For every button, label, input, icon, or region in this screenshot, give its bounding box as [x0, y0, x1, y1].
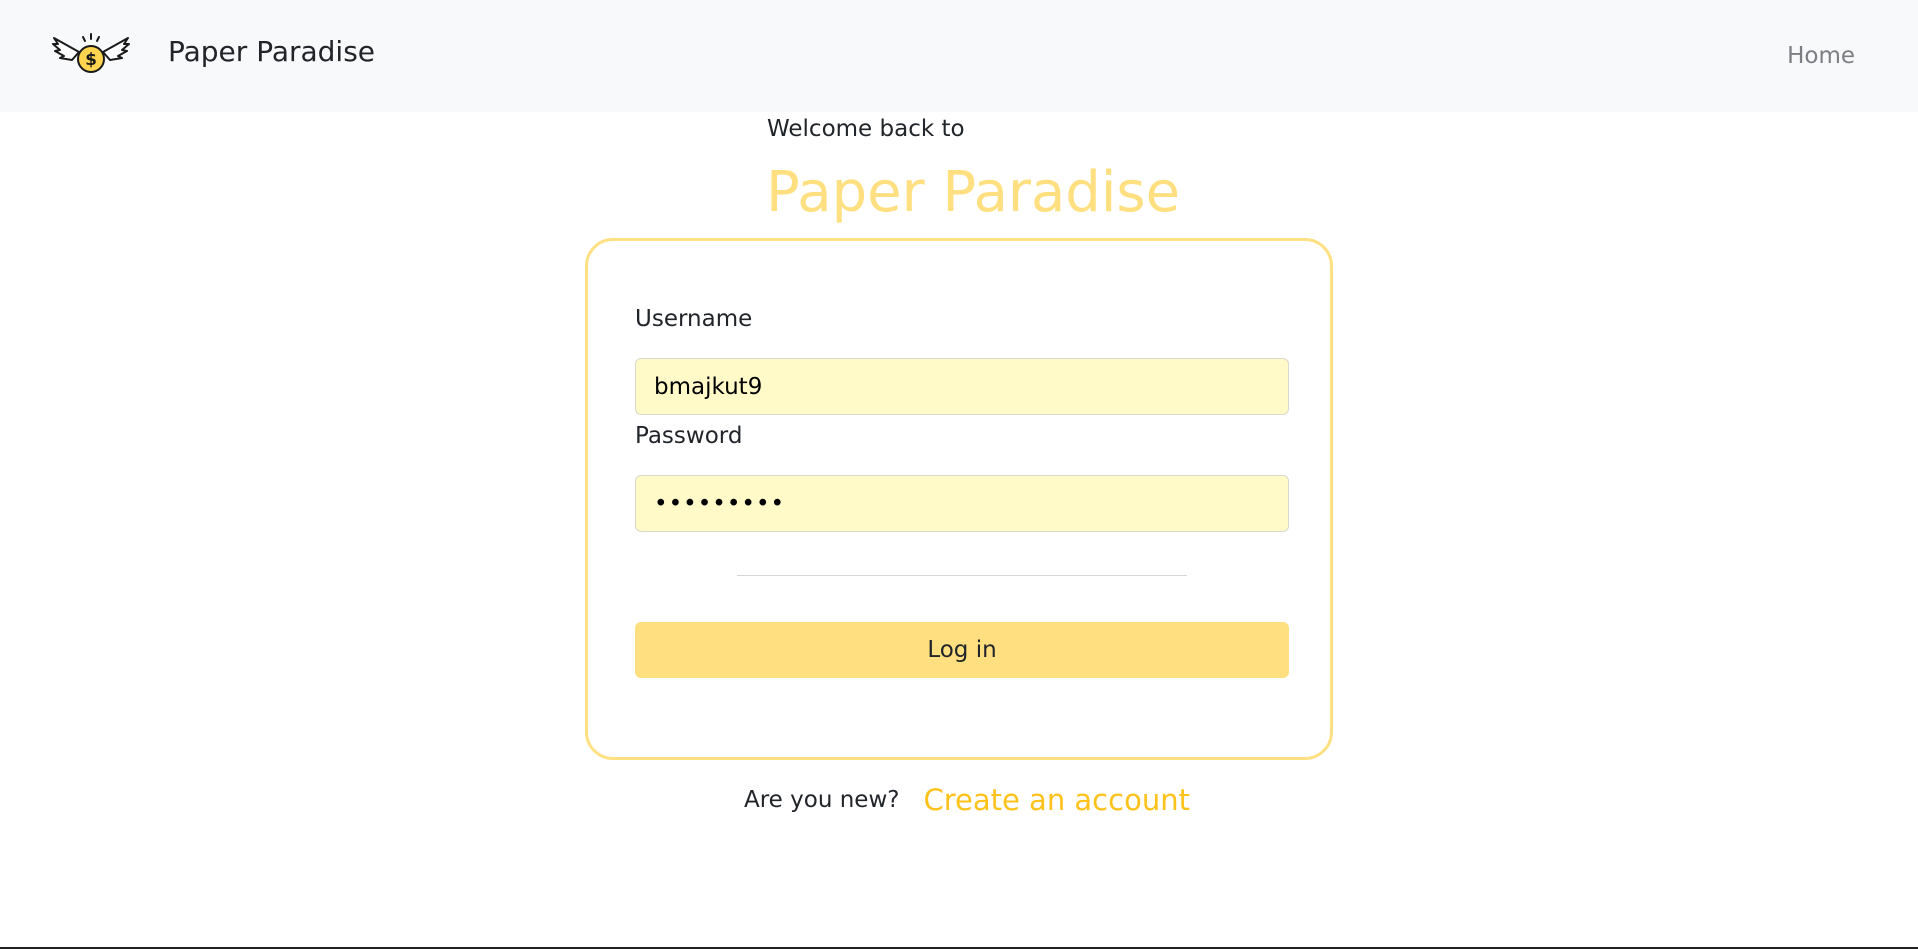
create-account-link[interactable]: Create an account: [923, 783, 1189, 817]
username-input[interactable]: [635, 358, 1289, 415]
welcome-text: Welcome back to: [767, 116, 965, 142]
signup-prompt: Are you new?: [744, 787, 900, 813]
login-card: Username Password Log in: [585, 238, 1333, 760]
password-input[interactable]: [635, 475, 1289, 532]
nav-home-link[interactable]: Home: [1787, 41, 1855, 71]
brand-name[interactable]: Paper Paradise: [168, 34, 375, 70]
divider: [737, 575, 1187, 576]
signup-row: Are you new? Create an account: [744, 780, 1190, 820]
login-button[interactable]: Log in: [635, 622, 1289, 678]
winged-dollar-coin-icon[interactable]: $: [52, 32, 130, 78]
navbar: $ Paper Paradise Home: [0, 0, 1918, 112]
username-label: Username: [635, 306, 753, 332]
svg-text:$: $: [85, 50, 97, 70]
page-title: Paper Paradise: [766, 160, 1181, 225]
password-label: Password: [635, 423, 743, 449]
